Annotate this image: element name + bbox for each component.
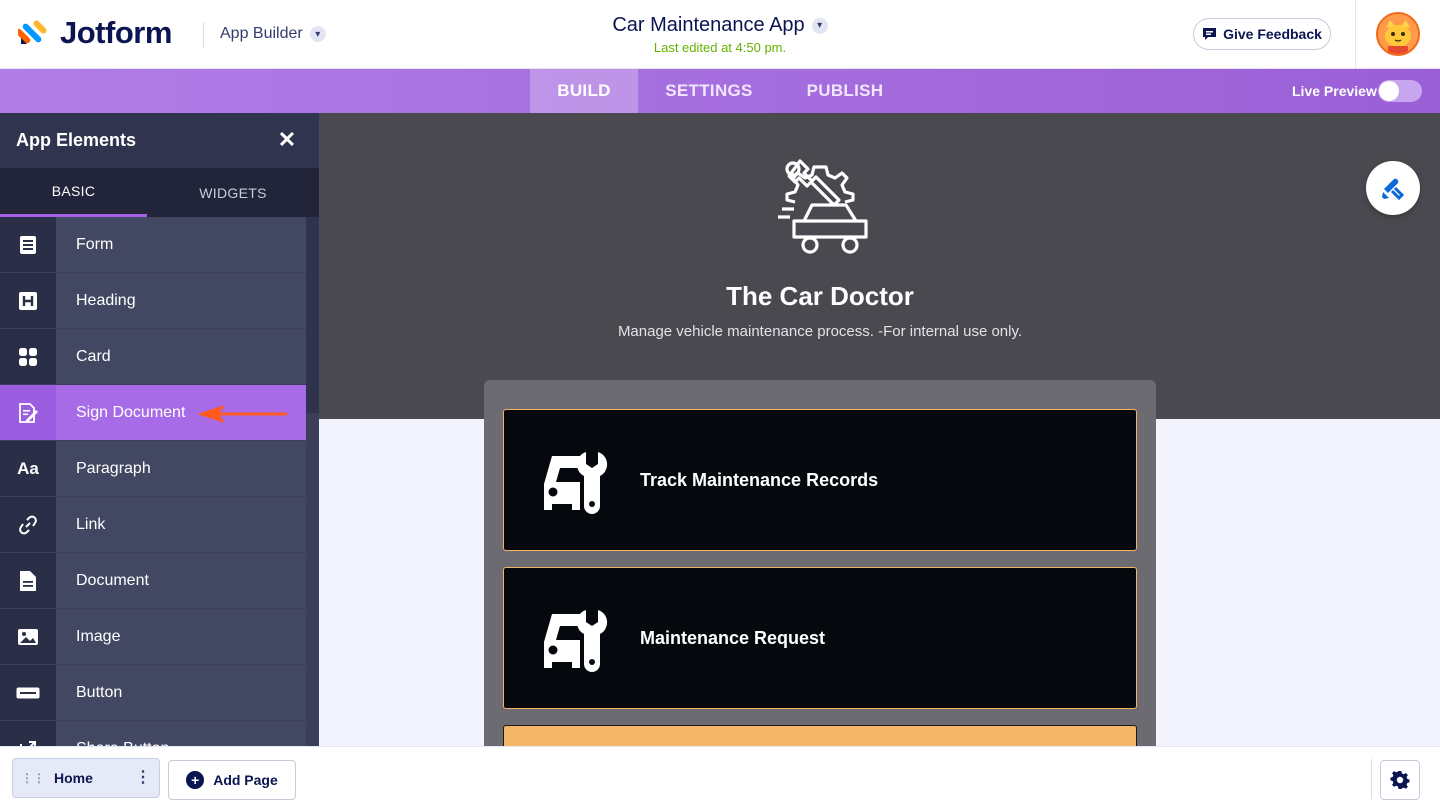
drag-handle-icon[interactable]: ⋮⋮ [21,771,45,785]
tab-widgets[interactable]: WIDGETS [147,168,319,217]
card-icon [0,329,56,384]
add-page-button[interactable]: + Add Page [168,760,296,800]
car-wrench-icon [544,452,608,514]
element-label: Card [56,329,306,384]
give-feedback-button[interactable]: Give Feedback [1193,18,1331,50]
element-label: Link [56,497,306,552]
annotation-arrow-icon [197,405,287,423]
paragraph-icon: Aa [0,441,56,496]
user-avatar[interactable] [1376,12,1420,56]
card-label: Maintenance Request [640,628,826,648]
element-label: Paragraph [56,441,306,496]
element-document[interactable]: Document [0,553,306,609]
app-settings-button[interactable] [1380,760,1420,800]
element-paragraph[interactable]: Aa Paragraph [0,441,306,497]
app-name: The Car Doctor [726,281,914,311]
avatar-icon [1378,14,1418,54]
document-icon [0,553,56,608]
element-label: Share Button [56,721,306,746]
element-label: Form [56,217,306,272]
toggle-knob [1379,81,1399,101]
element-label: Document [56,553,306,608]
card-label: Track Maintenance Records [640,470,879,490]
app-canvas: The Car Doctor Manage vehicle maintenanc… [319,113,1440,746]
header-divider [1355,0,1356,68]
element-button[interactable]: Button [0,665,306,721]
element-list: Form Heading Card Sign Document Aa Parag… [0,217,306,746]
panel-tabs: BASIC WIDGETS [0,168,319,217]
top-header: Jotform App Builder ▾ Car Maintenance Ap… [0,0,1440,69]
chevron-down-icon: ▾ [811,17,828,34]
element-card[interactable]: Card [0,329,306,385]
image-icon [0,609,56,664]
element-share-button[interactable]: Share Button [0,721,306,746]
builder-nav: BUILD SETTINGS PUBLISH Live Preview [0,69,1440,113]
tab-settings[interactable]: SETTINGS [638,69,780,113]
paint-roller-icon [1382,178,1405,201]
live-preview-label: Live Preview [1292,83,1377,99]
element-heading[interactable]: Heading [0,273,306,329]
add-page-label: Add Page [213,772,278,788]
app-designer-button[interactable] [1366,161,1420,215]
tab-build[interactable]: BUILD [530,69,638,113]
feedback-icon [1203,28,1217,40]
share-icon [0,721,56,746]
feedback-label: Give Feedback [1223,26,1322,42]
sign-document-icon [0,385,56,440]
form-icon [0,217,56,272]
card-track-maintenance-records[interactable]: Track Maintenance Records [503,409,1137,551]
more-options-icon[interactable]: ⋮ [135,770,151,786]
pages-bar: ⋮⋮ Home ⋮ + Add Page [0,746,1440,810]
card-maintenance-request[interactable]: Maintenance Request [503,567,1137,709]
element-image[interactable]: Image [0,609,306,665]
card-partial[interactable] [503,725,1137,746]
page-label: Home [54,770,93,786]
panel-title: App Elements [16,130,137,150]
tab-publish[interactable]: PUBLISH [780,69,910,113]
app-description: Manage vehicle maintenance process. -For… [617,323,1023,340]
plus-icon: + [186,771,205,789]
element-form[interactable]: Form [0,217,306,273]
app-elements-panel: App Elements ✕ BASIC WIDGETS Form Headin… [0,113,319,746]
gear-icon [1390,770,1410,789]
bottom-divider [1371,759,1372,799]
page-tab-home[interactable]: ⋮⋮ Home ⋮ [12,758,160,798]
element-label: Button [56,665,306,720]
tab-basic[interactable]: BASIC [0,168,147,217]
app-title-button[interactable]: Car Maintenance App ▾ [612,14,828,37]
link-icon [0,497,56,552]
heading-icon [0,273,56,328]
car-gear-logo-icon [778,159,868,254]
element-label: Image [56,609,306,664]
car-wrench-icon [544,610,608,672]
live-preview-toggle[interactable] [1378,80,1422,102]
element-label: Heading [56,273,306,328]
element-link[interactable]: Link [0,497,306,553]
app-title: Car Maintenance App [612,14,805,36]
button-icon [0,665,56,720]
close-icon[interactable]: ✕ [277,129,297,151]
panel-scrollbar[interactable] [306,413,319,746]
app-header[interactable]: The Car Doctor Manage vehicle maintenanc… [319,113,1440,419]
panel-header: App Elements ✕ [0,113,319,168]
